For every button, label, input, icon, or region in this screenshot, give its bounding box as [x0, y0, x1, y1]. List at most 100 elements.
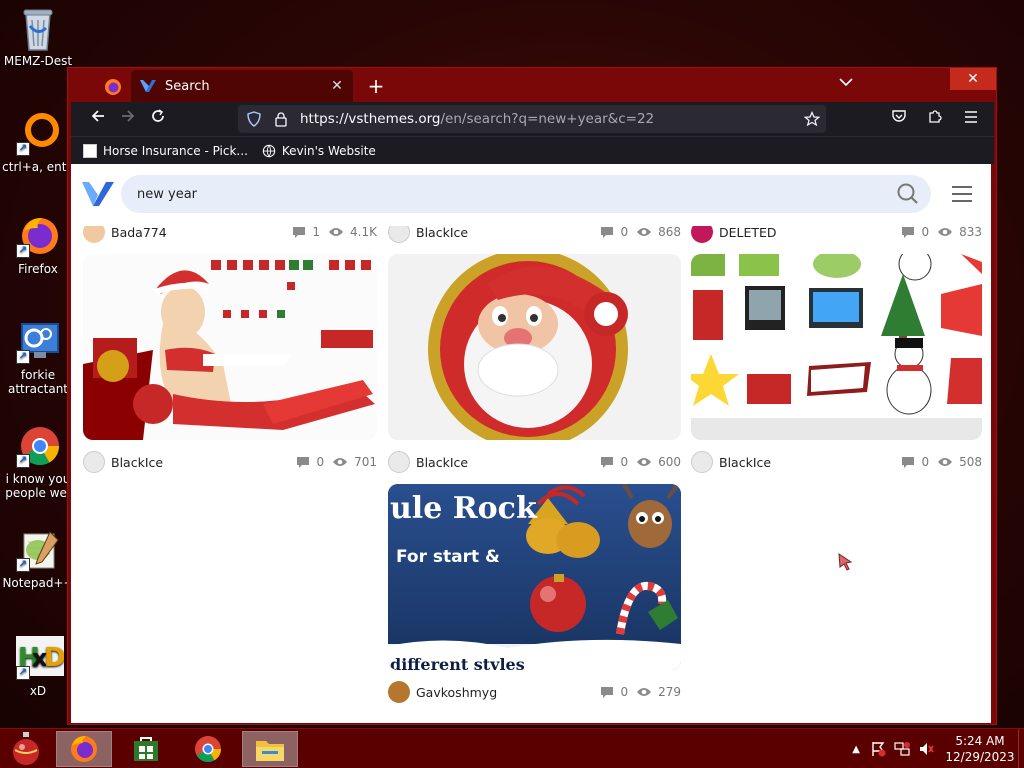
network-icon[interactable] — [894, 741, 910, 757]
list-all-tabs-button[interactable] — [836, 75, 856, 91]
comment-icon — [601, 226, 614, 238]
card-meta: Gavkoshmyg 0 279 — [388, 681, 681, 703]
flag-icon[interactable] — [870, 741, 886, 757]
browser-window: Search ✕ + ✕ https://vsthemes.org/en/sea… — [67, 67, 997, 725]
shield-icon[interactable] — [246, 111, 262, 127]
desktop-icon-notepadpp[interactable]: ↗ Notepad++ — [0, 528, 76, 590]
bookmark-kevins-website[interactable]: Kevin's Website — [262, 144, 376, 158]
comment-count: 0 — [316, 455, 325, 469]
start-button[interactable] — [0, 731, 52, 767]
card-stats: 0 279 — [600, 685, 681, 699]
view-count: 701 — [354, 455, 377, 469]
card-author[interactable]: BlackIce — [416, 225, 600, 240]
reload-button[interactable] — [143, 104, 173, 134]
thumb-text: different styles — [390, 655, 525, 670]
tab-search[interactable]: Search ✕ — [131, 70, 353, 102]
app-menu-button[interactable] — [956, 104, 986, 134]
view-count: 4.1K — [350, 225, 377, 239]
avatar[interactable] — [691, 451, 713, 473]
hxd-icon: H x D ↗ — [16, 636, 66, 680]
card-author[interactable]: BlackIce — [719, 455, 901, 470]
view-count: 868 — [658, 225, 681, 239]
page-favicon-icon — [83, 143, 97, 158]
forward-button[interactable] — [113, 104, 143, 134]
firefox-view-icon[interactable] — [104, 78, 122, 96]
card-stats: 0 508 — [901, 455, 982, 469]
card-stats: 0 701 — [296, 455, 377, 469]
eye-icon — [637, 228, 652, 236]
theme-thumbnail-santa-face[interactable] — [388, 254, 681, 440]
desktop-icon-xd[interactable]: H x D ↗ xD — [0, 636, 76, 698]
avatar[interactable] — [388, 681, 410, 703]
shortcut-arrow-icon: ↗ — [16, 666, 30, 680]
tab-title: Search — [165, 78, 210, 94]
tab-close-icon[interactable]: ✕ — [327, 78, 347, 94]
recycle-bin-icon — [16, 6, 60, 51]
reload-icon — [152, 109, 164, 122]
extensions-button[interactable] — [920, 104, 950, 134]
thumb-text: ule Rock — [390, 491, 538, 526]
taskbar-file-explorer[interactable] — [242, 731, 298, 767]
theme-thumbnail-xmas-icons[interactable] — [691, 254, 982, 440]
new-tab-button[interactable]: + — [364, 74, 388, 98]
site-search-field[interactable]: new year — [121, 175, 931, 213]
avatar[interactable] — [388, 451, 410, 473]
firefox-icon — [71, 736, 97, 762]
card-stats: 1 4.1K — [292, 225, 377, 239]
card-author[interactable]: BlackIce — [111, 455, 296, 470]
comment-count: 0 — [921, 455, 930, 469]
desktop-icon-forkie[interactable]: ↗ forkie attractant — [0, 320, 76, 396]
back-button[interactable] — [83, 104, 113, 134]
folder-icon — [256, 741, 284, 761]
card-author[interactable]: DELETED — [719, 225, 901, 240]
taskbar-store[interactable] — [118, 731, 174, 767]
search-input[interactable]: new year — [137, 187, 197, 202]
comment-count: 1 — [312, 225, 321, 239]
show-desktop-button[interactable] — [1018, 729, 1024, 768]
nav-toolbar: https://vsthemes.org/en/search?q=new+yea… — [71, 102, 994, 136]
ring-icon: ↗ — [16, 112, 60, 156]
arrow-left-icon — [91, 110, 104, 122]
desktop-icon-chrome[interactable]: ↗ i know you people we. — [0, 424, 76, 500]
web-page: new year Bada774 1 4.1K BlackIce 0 868 D… — [71, 164, 991, 723]
clock-time: 5:24 AM — [955, 734, 1005, 748]
taskbar-firefox[interactable] — [56, 731, 112, 767]
desktop-icon-label: MEMZ-Dest — [3, 54, 73, 68]
comment-icon — [293, 226, 306, 238]
search-icon[interactable] — [897, 183, 919, 205]
desktop-icon-label: i know you people we. — [5, 472, 71, 500]
card-author[interactable]: Bada774 — [111, 225, 292, 240]
tray-overflow-icon[interactable]: ▲ — [852, 744, 860, 755]
card-author[interactable]: Gavkoshmyg — [416, 685, 600, 700]
card-author[interactable]: BlackIce — [416, 455, 600, 470]
desktop-icon-ctrl-a[interactable]: ↗ ctrl+a, ente — [0, 112, 76, 174]
view-count: 600 — [658, 455, 681, 469]
desktop-icon-label: forkie attractant — [7, 368, 69, 396]
theme-thumbnail-santa-girl[interactable] — [83, 254, 377, 440]
pocket-button[interactable] — [884, 104, 914, 134]
url-path: /en/search?q=new+year&c=22 — [440, 111, 655, 127]
url-text: https://vsthemes.org/en/search?q=new+yea… — [300, 111, 654, 127]
window-close-button[interactable]: ✕ — [950, 68, 996, 90]
card-meta: BlackIce 0 701 — [83, 451, 377, 473]
lock-icon[interactable] — [274, 111, 288, 127]
url-bar[interactable]: https://vsthemes.org/en/search?q=new+yea… — [238, 105, 826, 133]
theme-thumbnail-yule-rock[interactable]: ule Rock For start & different styles — [388, 484, 681, 670]
comment-count: 0 — [921, 225, 930, 239]
avatar[interactable] — [83, 451, 105, 473]
desktop-icon-memz[interactable]: MEMZ-Dest — [0, 6, 76, 68]
taskbar-chrome[interactable] — [180, 731, 236, 767]
comment-count: 0 — [620, 225, 629, 239]
volume-muted-icon[interactable] — [918, 741, 934, 757]
vsthemes-logo-icon[interactable] — [81, 180, 115, 208]
bookmark-horse-insurance[interactable]: Horse Insurance - Pick... — [83, 143, 248, 158]
puzzle-icon — [929, 110, 942, 123]
comment-icon — [601, 686, 614, 698]
eye-icon — [329, 228, 344, 236]
star-icon[interactable] — [804, 111, 820, 127]
mouse-cursor-icon — [838, 553, 853, 571]
site-menu-icon[interactable] — [952, 186, 972, 204]
system-clock[interactable]: 5:24 AM 12/29/2023 — [942, 733, 1018, 765]
desktop-icon-firefox[interactable]: ↗ Firefox — [0, 214, 76, 276]
desktop-icon-label: ctrl+a, ente — [2, 160, 74, 174]
